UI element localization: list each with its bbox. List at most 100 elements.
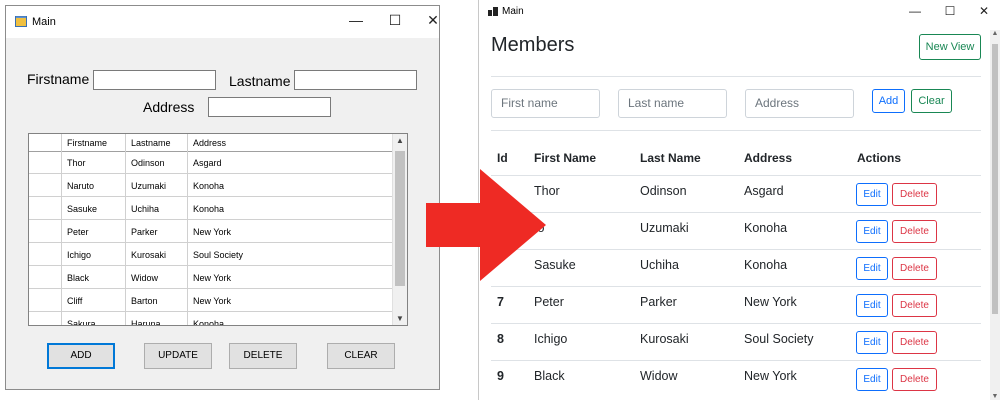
scroll-thumb[interactable] bbox=[992, 44, 998, 314]
maximize-icon[interactable]: ☐ bbox=[943, 4, 957, 18]
scroll-down-icon[interactable]: ▼ bbox=[393, 314, 407, 323]
table-row[interactable]: Peter Parker New York bbox=[29, 220, 395, 243]
table-row[interactable]: Black Widow New York bbox=[29, 266, 395, 289]
grid-cell-lastname[interactable]: Uzumaki bbox=[131, 181, 166, 191]
table-row[interactable]: Thor Odinson Asgard bbox=[29, 151, 395, 174]
last-name-input[interactable]: Last name bbox=[618, 89, 727, 118]
member-last-name: Parker bbox=[640, 295, 677, 309]
member-last-name: Uzumaki bbox=[640, 221, 689, 235]
left-titlebar: Main — ☐ ✕ bbox=[6, 6, 439, 38]
member-address: Asgard bbox=[744, 184, 784, 198]
arrow-shape bbox=[426, 169, 546, 281]
grid-cell-lastname[interactable]: Parker bbox=[131, 227, 158, 237]
minimize-icon[interactable]: — bbox=[348, 12, 364, 28]
grid-cell-firstname[interactable]: Black bbox=[67, 273, 89, 283]
edit-button[interactable]: Edit bbox=[856, 257, 888, 280]
page-scrollbar[interactable]: ▲ ▼ bbox=[990, 30, 1000, 400]
grid-scrollbar[interactable]: ▲ ▼ bbox=[392, 134, 407, 325]
edit-button[interactable]: Edit bbox=[856, 368, 888, 391]
update-button[interactable]: UPDATE bbox=[144, 343, 212, 369]
scroll-down-icon[interactable]: ▼ bbox=[990, 393, 1000, 400]
divider bbox=[491, 76, 981, 77]
add-button[interactable]: ADD bbox=[47, 343, 115, 369]
grid-cell-address[interactable]: Konoha bbox=[193, 319, 224, 325]
table-row: Sasuke Uchiha Konoha Edit Delete bbox=[491, 249, 981, 286]
address-input[interactable]: Address bbox=[745, 89, 854, 118]
delete-button[interactable]: Delete bbox=[892, 220, 937, 243]
delete-button[interactable]: Delete bbox=[892, 294, 937, 317]
grid-cell-firstname[interactable]: Thor bbox=[67, 158, 86, 168]
grid-col-firstname[interactable]: Firstname bbox=[67, 138, 107, 148]
first-name-input[interactable]: First name bbox=[491, 89, 600, 118]
scroll-up-icon[interactable]: ▲ bbox=[990, 30, 1000, 37]
grid-cell-address[interactable]: New York bbox=[193, 227, 231, 237]
scroll-thumb[interactable] bbox=[395, 151, 405, 286]
member-id: 8 bbox=[497, 332, 504, 346]
add-button[interactable]: Add bbox=[872, 89, 905, 113]
grid-cell-firstname[interactable]: Peter bbox=[67, 227, 89, 237]
grid-cell-address[interactable]: Asgard bbox=[193, 158, 222, 168]
grid-cell-address[interactable]: Konoha bbox=[193, 204, 224, 214]
edit-button[interactable]: Edit bbox=[856, 183, 888, 206]
minimize-icon[interactable]: — bbox=[908, 4, 922, 18]
member-last-name: Uchiha bbox=[640, 258, 679, 272]
member-id: 7 bbox=[497, 295, 504, 309]
grid-cell-address[interactable]: Konoha bbox=[193, 181, 224, 191]
winforms-main-window: Main — ☐ ✕ Firstname Lastname Address Fi… bbox=[5, 5, 440, 390]
col-header-id: Id bbox=[497, 151, 508, 165]
grid-col-lastname[interactable]: Lastname bbox=[131, 138, 171, 148]
table-row[interactable]: Cliff Barton New York bbox=[29, 289, 395, 312]
grid-cell-firstname[interactable]: Sakura bbox=[67, 319, 96, 325]
col-header-last-name: Last Name bbox=[640, 151, 701, 165]
member-first-name: Ichigo bbox=[534, 332, 568, 346]
member-id: 9 bbox=[497, 369, 504, 383]
firstname-field[interactable] bbox=[93, 70, 216, 90]
delete-button[interactable]: Delete bbox=[892, 257, 937, 280]
grid-cell-lastname[interactable]: Haruna bbox=[131, 319, 161, 325]
grid-cell-address[interactable]: New York bbox=[193, 273, 231, 283]
grid-cell-lastname[interactable]: Barton bbox=[131, 296, 158, 306]
grid-col-address[interactable]: Address bbox=[193, 138, 226, 148]
delete-button[interactable]: DELETE bbox=[229, 343, 297, 369]
grid-cell-address[interactable]: New York bbox=[193, 296, 231, 306]
clear-button[interactable]: Clear bbox=[911, 89, 952, 113]
delete-button[interactable]: Delete bbox=[892, 331, 937, 354]
member-last-name: Odinson bbox=[640, 184, 687, 198]
app-icon bbox=[15, 16, 27, 27]
table-row: 9 Black Widow New York Edit Delete bbox=[491, 360, 981, 397]
member-address: Soul Society bbox=[744, 332, 814, 346]
close-icon[interactable]: ✕ bbox=[977, 4, 991, 18]
grid-cell-firstname[interactable]: Ichigo bbox=[67, 250, 91, 260]
delete-button[interactable]: Delete bbox=[892, 183, 937, 206]
member-last-name: Widow bbox=[640, 369, 678, 383]
table-row[interactable]: Sakura Haruna Konoha bbox=[29, 312, 395, 325]
close-icon[interactable]: ✕ bbox=[425, 12, 441, 29]
edit-button[interactable]: Edit bbox=[856, 220, 888, 243]
grid-cell-firstname[interactable]: Naruto bbox=[67, 181, 94, 191]
maximize-icon[interactable]: ☐ bbox=[387, 12, 403, 29]
delete-button[interactable]: Delete bbox=[892, 368, 937, 391]
lastname-field[interactable] bbox=[294, 70, 417, 90]
grid-cell-firstname[interactable]: Cliff bbox=[67, 296, 82, 306]
edit-button[interactable]: Edit bbox=[856, 331, 888, 354]
grid-cell-lastname[interactable]: Odinson bbox=[131, 158, 165, 168]
member-address: Konoha bbox=[744, 258, 788, 272]
table-row[interactable]: Naruto Uzumaki Konoha bbox=[29, 174, 395, 197]
edit-button[interactable]: Edit bbox=[856, 294, 888, 317]
members-datagrid[interactable]: Firstname Lastname Address Thor Odinson As… bbox=[28, 133, 408, 326]
lastname-label: Lastname bbox=[229, 73, 291, 89]
table-row[interactable]: Sasuke Uchiha Konoha bbox=[29, 197, 395, 220]
grid-cell-address[interactable]: Soul Society bbox=[193, 250, 243, 260]
address-field[interactable] bbox=[208, 97, 331, 117]
clear-button[interactable]: CLEAR bbox=[327, 343, 395, 369]
grid-cell-firstname[interactable]: Sasuke bbox=[67, 204, 97, 214]
grid-cell-lastname[interactable]: Widow bbox=[131, 273, 158, 283]
scroll-up-icon[interactable]: ▲ bbox=[393, 136, 407, 145]
table-row[interactable]: Ichigo Kurosaki Soul Society bbox=[29, 243, 395, 266]
table-row: 5toUzumakiKonohaEditDelete bbox=[491, 212, 981, 249]
grid-cell-lastname[interactable]: Uchiha bbox=[131, 204, 159, 214]
member-address: New York bbox=[744, 295, 797, 309]
firstname-label: Firstname bbox=[27, 71, 90, 87]
new-view-button[interactable]: New View bbox=[919, 34, 981, 60]
grid-cell-lastname[interactable]: Kurosaki bbox=[131, 250, 166, 260]
